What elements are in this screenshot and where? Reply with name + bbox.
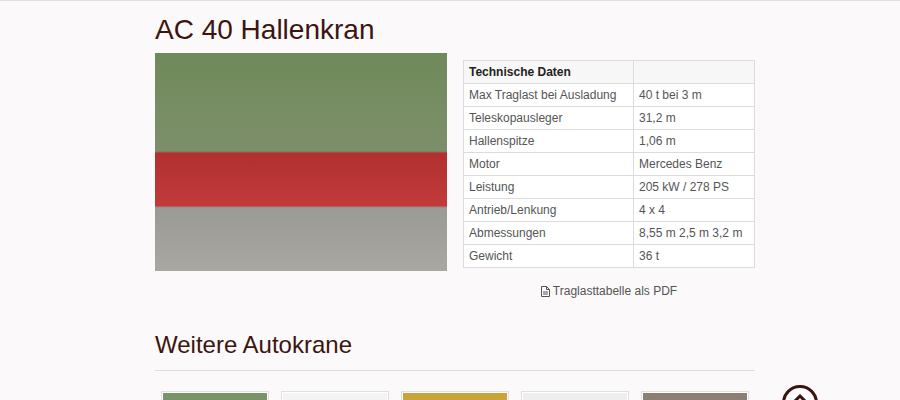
crane-thumbnail[interactable] [401, 391, 509, 400]
spec-row: Gewicht36 t [464, 245, 755, 268]
spec-row: Teleskopausleger31,2 m [464, 107, 755, 130]
pdf-link[interactable]: Traglasttabelle als PDF [541, 282, 677, 300]
spec-value: 4 x 4 [634, 199, 755, 222]
page-title: AC 40 Hallenkran [155, 13, 755, 47]
spec-label: Teleskopausleger [464, 107, 634, 130]
spec-row: Hallenspitze1,06 m [464, 130, 755, 153]
spec-label: Max Traglast bei Ausladung [464, 84, 634, 107]
thumbnail-row [155, 391, 755, 400]
spec-value: Mercedes Benz [634, 153, 755, 176]
crane-thumbnail[interactable] [281, 391, 389, 400]
crane-thumbnail[interactable] [521, 391, 629, 400]
spec-row: Abmessungen8,55 m 2,5 m 3,2 m [464, 222, 755, 245]
spec-value: 31,2 m [634, 107, 755, 130]
spec-label: Technische Daten [464, 61, 634, 84]
spec-label: Hallenspitze [464, 130, 634, 153]
spec-row: Leistung205 kW / 278 PS [464, 176, 755, 199]
spec-table: Technische DatenMax Traglast bei Ausladu… [463, 60, 755, 268]
section-heading: Weitere Autokrane [155, 330, 755, 360]
spec-header-row: Technische Daten [464, 61, 755, 84]
page: AC 40 Hallenkran Technische DatenMax Tra… [155, 1, 755, 400]
spec-label: Antrieb/Lenkung [464, 199, 634, 222]
spec-value: 205 kW / 278 PS [634, 176, 755, 199]
chevron-up-icon [792, 394, 808, 400]
spec-value: 1,06 m [634, 130, 755, 153]
spec-row: Antrieb/Lenkung4 x 4 [464, 199, 755, 222]
spec-label: Abmessungen [464, 222, 634, 245]
spec-value [634, 61, 755, 84]
spec-label: Gewicht [464, 245, 634, 268]
crane-thumbnail[interactable] [641, 391, 749, 400]
spec-label: Motor [464, 153, 634, 176]
spec-value: 8,55 m 2,5 m 3,2 m [634, 222, 755, 245]
crane-photo [155, 53, 447, 271]
spec-panel: Technische DatenMax Traglast bei Ausladu… [463, 60, 755, 304]
crane-thumbnail[interactable] [161, 391, 269, 400]
spec-label: Leistung [464, 176, 634, 199]
file-icon [541, 286, 550, 297]
divider [155, 370, 755, 371]
spec-value: 40 t bei 3 m [634, 84, 755, 107]
spec-row: MotorMercedes Benz [464, 153, 755, 176]
spec-row: Max Traglast bei Ausladung40 t bei 3 m [464, 84, 755, 107]
scroll-top-button[interactable] [782, 385, 818, 400]
spec-value: 36 t [634, 245, 755, 268]
